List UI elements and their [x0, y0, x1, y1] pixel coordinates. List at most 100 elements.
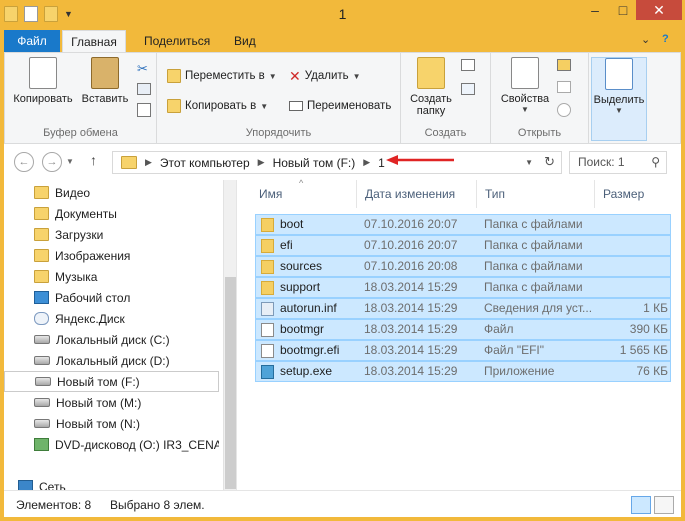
search-input[interactable]: Поиск: 1 ⚲ — [569, 151, 667, 174]
tab-file[interactable]: Файл — [4, 30, 60, 52]
properties-button[interactable]: Свойства ▼ — [497, 57, 553, 114]
exe-file-icon — [261, 365, 274, 379]
sidebar-item-drive-m[interactable]: Новый том (M:) — [4, 392, 219, 413]
cut-icon[interactable]: ✂ — [137, 61, 148, 77]
dvd-drive-icon — [34, 438, 49, 451]
music-folder-icon — [34, 270, 49, 283]
minimize-button[interactable]: – — [582, 0, 608, 20]
clipboard-group: Копировать Вставить ✂ Буфер обмена — [5, 53, 157, 143]
sidebar-item-yandex-disk[interactable]: Яндекс.Диск — [4, 308, 219, 329]
rename-button[interactable]: Переименовать — [289, 97, 391, 115]
file-row[interactable]: bootmgr 18.03.2014 15:29 Файл 390 КБ — [255, 319, 671, 340]
help-icon[interactable]: ? — [662, 33, 669, 45]
chevron-right-icon[interactable]: ▶ — [145, 157, 152, 168]
maximize-button[interactable]: □ — [610, 0, 636, 20]
sidebar-item-label: DVD-дисковод (O:) IR3_CENA_X — [55, 437, 219, 452]
drive-icon — [34, 398, 50, 407]
chevron-right-icon[interactable]: ▶ — [363, 157, 370, 168]
file-icon — [261, 323, 274, 337]
delete-label: Удалить — [304, 70, 349, 82]
chevron-right-icon[interactable]: ▶ — [258, 157, 265, 168]
sidebar-item-label: Загрузки — [55, 227, 104, 242]
tab-home[interactable]: Главная — [62, 30, 126, 52]
move-to-icon — [167, 69, 181, 83]
sidebar-scrollbar[interactable] — [223, 180, 236, 490]
delete-button[interactable]: ✕ Удалить ▼ — [289, 67, 361, 85]
file-date: 07.10.2016 20:07 — [364, 238, 458, 252]
copy-button[interactable]: Копировать — [11, 57, 75, 105]
sidebar-item-dvd[interactable]: DVD-дисковод (O:) IR3_CENA_X — [4, 434, 219, 455]
scrollbar-thumb[interactable] — [225, 277, 236, 489]
breadcrumb-computer[interactable]: Этот компьютер ▶ — [160, 156, 265, 170]
sidebar-item-drive-d[interactable]: Локальный диск (D:) — [4, 350, 219, 371]
up-button[interactable]: ↑ — [90, 152, 97, 168]
folder-icon — [261, 260, 274, 274]
address-bar[interactable]: ▶ Этот компьютер ▶ Новый том (F:) ▶ 1 ▼ ↻ — [112, 151, 562, 174]
tab-view[interactable]: Вид — [224, 30, 266, 52]
file-row[interactable]: autorun.inf 18.03.2014 15:29 Сведения дл… — [255, 298, 671, 319]
easy-access-icon[interactable] — [461, 83, 475, 95]
select-button[interactable]: Выделить ▼ — [591, 57, 647, 141]
chevron-down-icon: ▼ — [352, 71, 361, 81]
back-button[interactable]: ← — [14, 152, 34, 172]
sidebar-item-drive-n[interactable]: Новый том (N:) — [4, 413, 219, 434]
refresh-icon[interactable]: ↻ — [544, 154, 555, 170]
sidebar-item-pictures[interactable]: Изображения — [4, 245, 219, 266]
tab-share[interactable]: Поделиться — [134, 30, 220, 52]
file-date: 18.03.2014 15:29 — [364, 343, 458, 357]
file-row[interactable]: efi 07.10.2016 20:07 Папка с файлами — [255, 235, 671, 256]
properties-icon — [511, 57, 539, 89]
paste-button[interactable]: Вставить — [77, 57, 133, 105]
file-row[interactable]: bootmgr.efi 18.03.2014 15:29 Файл "EFI" … — [255, 340, 671, 361]
history-dropdown-icon[interactable]: ▼ — [66, 157, 74, 166]
column-date[interactable]: Дата изменения — [357, 180, 477, 208]
sidebar-item-documents[interactable]: Документы — [4, 203, 219, 224]
open-icon[interactable] — [557, 59, 571, 71]
edit-icon[interactable] — [557, 81, 571, 93]
copy-label: Копировать — [13, 93, 73, 105]
sidebar-item-desktop[interactable]: Рабочий стол — [4, 287, 219, 308]
file-row[interactable]: setup.exe 18.03.2014 15:29 Приложение 76… — [255, 361, 671, 382]
sidebar-item-music[interactable]: Музыка — [4, 266, 219, 287]
history-icon[interactable] — [557, 103, 571, 117]
copy-to-button[interactable]: Копировать в ▼ — [167, 97, 268, 115]
sidebar-item-downloads[interactable]: Загрузки — [4, 224, 219, 245]
video-folder-icon — [34, 186, 49, 199]
file-date: 18.03.2014 15:29 — [364, 322, 458, 336]
copy-path-icon[interactable] — [137, 83, 151, 95]
new-item-icon[interactable] — [461, 59, 475, 71]
column-name[interactable]: Имя — [251, 180, 357, 208]
new-folder-label-2: папку — [416, 105, 446, 117]
search-icon[interactable]: ⚲ — [651, 152, 660, 173]
file-row[interactable]: boot 07.10.2016 20:07 Папка с файлами — [255, 214, 671, 235]
file-type: Папка с файлами — [484, 238, 583, 252]
close-button[interactable]: ✕ — [636, 0, 682, 20]
details-view-button[interactable] — [631, 496, 651, 514]
sidebar-item-drive-f[interactable]: Новый том (F:) — [4, 371, 219, 392]
folder-icon — [121, 156, 137, 169]
sidebar-item-drive-c[interactable]: Локальный диск (C:) — [4, 329, 219, 350]
new-folder-button[interactable]: Создать папку — [405, 57, 457, 117]
file-date: 07.10.2016 20:08 — [364, 259, 458, 273]
open-group: Свойства ▼ Открыть — [491, 53, 589, 143]
selected-count: Выбрано 8 элем. — [110, 498, 205, 512]
expand-ribbon-icon[interactable]: ⌄ — [641, 33, 650, 46]
paste-shortcut-icon[interactable] — [137, 103, 151, 117]
sidebar-item-video[interactable]: Видео — [4, 182, 219, 203]
forward-button[interactable]: → — [42, 152, 62, 172]
inf-file-icon — [261, 302, 274, 316]
status-bar: Элементов: 8 Выбрано 8 элем. — [4, 490, 681, 517]
move-to-button[interactable]: Переместить в ▼ — [167, 67, 277, 85]
breadcrumb-folder[interactable]: 1 — [378, 156, 385, 170]
large-icons-view-button[interactable] — [654, 496, 674, 514]
column-type[interactable]: Тип — [477, 180, 595, 208]
desktop-folder-icon — [34, 291, 49, 304]
address-dropdown-icon[interactable]: ▼ — [525, 158, 533, 167]
file-row[interactable]: sources 07.10.2016 20:08 Папка с файлами — [255, 256, 671, 277]
file-size: 1 КБ — [643, 301, 668, 315]
delete-icon: ✕ — [289, 67, 301, 84]
breadcrumb-drive[interactable]: Новый том (F:) ▶ — [273, 156, 371, 170]
file-type: Файл — [484, 322, 514, 336]
file-row[interactable]: support 18.03.2014 15:29 Папка с файлами — [255, 277, 671, 298]
column-size[interactable]: Размер — [595, 180, 681, 208]
